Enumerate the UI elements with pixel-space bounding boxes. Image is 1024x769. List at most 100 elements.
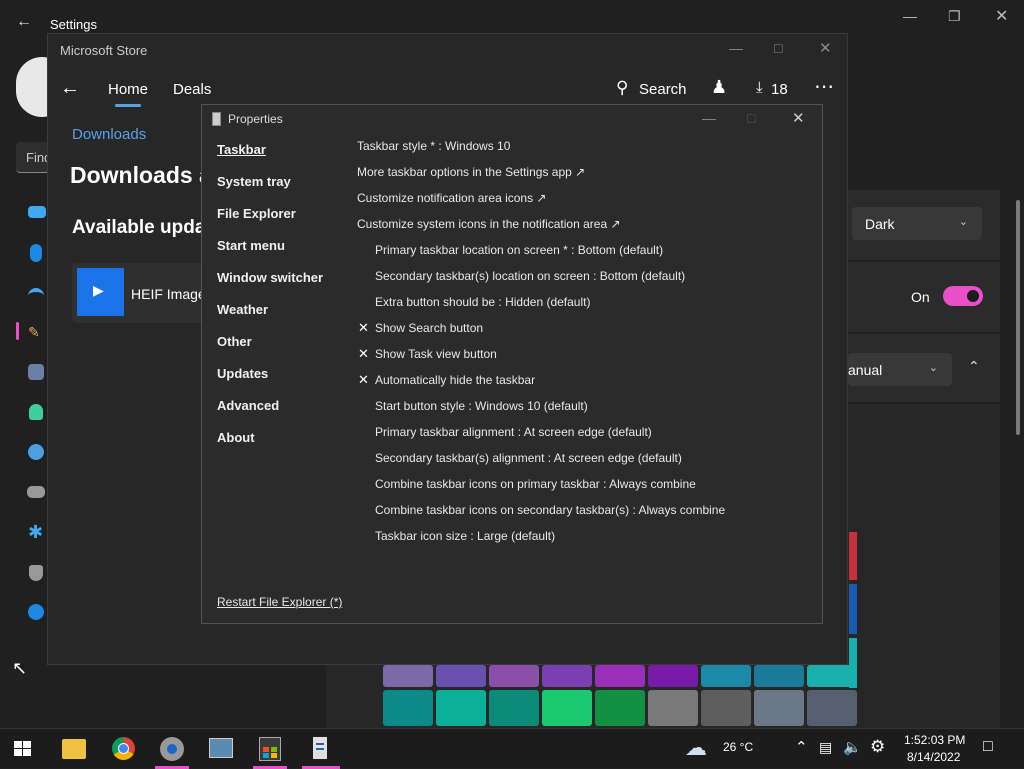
time-language-icon[interactable]: [28, 444, 44, 460]
privacy-shield-icon[interactable]: [29, 565, 43, 581]
option-start-button-style[interactable]: Start button style : Windows 10 (default…: [375, 399, 588, 413]
chevron-up-icon[interactable]: ⌃: [968, 358, 980, 375]
swatch-teal[interactable]: [849, 638, 857, 688]
home-underline: [115, 104, 141, 107]
system-icon[interactable]: [28, 206, 46, 218]
checkbox-show-search[interactable]: ✕: [358, 320, 369, 336]
weather-cloud-icon[interactable]: ☁: [685, 735, 707, 761]
nav-system-tray[interactable]: System tray: [217, 174, 291, 189]
accounts-icon[interactable]: [29, 404, 43, 420]
gaming-icon[interactable]: [27, 486, 45, 498]
nav-other[interactable]: Other: [217, 334, 252, 349]
search-icon[interactable]: ⚲: [616, 78, 628, 98]
file-explorer-icon[interactable]: [62, 739, 86, 759]
nav-about[interactable]: About: [217, 430, 255, 445]
account-add-icon[interactable]: ♟: [711, 77, 727, 98]
volume-icon[interactable]: 🔈: [843, 738, 862, 756]
gear-icon[interactable]: ⚙: [870, 737, 885, 757]
store-close-icon[interactable]: ✕: [819, 39, 832, 57]
restart-explorer-link[interactable]: Restart File Explorer (*): [217, 595, 342, 609]
option-combine-secondary[interactable]: Combine taskbar icons on secondary taskb…: [375, 503, 725, 517]
downloads-count[interactable]: 18: [771, 81, 788, 98]
tab-deals[interactable]: Deals: [173, 81, 211, 98]
link-more-taskbar-options[interactable]: More taskbar options in the Settings app…: [357, 165, 585, 179]
settings-title: Settings: [50, 17, 97, 32]
weather-temperature[interactable]: 26 °C: [723, 740, 753, 754]
chevron-down-icon: ⌄: [958, 216, 968, 228]
tab-home[interactable]: Home: [108, 81, 148, 98]
option-secondary-location[interactable]: Secondary taskbar(s) location on screen …: [375, 269, 685, 283]
option-show-search-button[interactable]: Show Search button: [375, 321, 483, 335]
nav-weather[interactable]: Weather: [217, 302, 268, 317]
link-customize-system-icons[interactable]: Customize system icons in the notificati…: [357, 217, 621, 231]
accent-dropdown[interactable]: anual ⌄: [848, 353, 952, 386]
minimize-icon[interactable]: —: [903, 8, 917, 24]
option-secondary-alignment[interactable]: Secondary taskbar(s) alignment : At scre…: [375, 451, 682, 465]
option-primary-alignment[interactable]: Primary taskbar alignment : At screen ed…: [375, 425, 652, 439]
restore-icon[interactable]: ❐: [948, 8, 961, 25]
nav-window-switcher[interactable]: Window switcher: [217, 270, 323, 285]
close-icon[interactable]: ✕: [995, 6, 1008, 26]
chrome-icon[interactable]: [112, 737, 135, 760]
option-extra-button[interactable]: Extra button should be : Hidden (default…: [375, 295, 590, 309]
store-back-icon[interactable]: ←: [60, 77, 80, 100]
option-show-task-view-button[interactable]: Show Task view button: [375, 347, 497, 361]
start-windows-icon[interactable]: [14, 741, 32, 757]
properties-dialog: Properties — □ ✕ Taskbar System tray Fil…: [201, 104, 823, 624]
link-customize-notification-icons[interactable]: Customize notification area icons ↗: [357, 191, 546, 205]
nav-taskbar[interactable]: Taskbar: [217, 142, 266, 157]
properties-app-taskbar-icon[interactable]: [313, 737, 327, 759]
nav-start-menu[interactable]: Start menu: [217, 238, 285, 253]
photos-icon[interactable]: [209, 738, 233, 758]
nav-advanced[interactable]: Advanced: [217, 398, 279, 413]
option-icon-size[interactable]: Taskbar icon size : Large (default): [375, 529, 555, 543]
option-combine-primary[interactable]: Combine taskbar icons on primary taskbar…: [375, 477, 696, 491]
microsoft-store-icon[interactable]: [259, 737, 281, 761]
swatch-grid: [326, 665, 857, 728]
checkbox-auto-hide[interactable]: ✕: [358, 372, 369, 388]
section-heading: Available upda: [72, 217, 206, 238]
checkbox-show-task-view[interactable]: ✕: [358, 346, 369, 362]
props-minimize-icon[interactable]: —: [702, 110, 716, 126]
settings-gear-icon[interactable]: [160, 737, 184, 761]
apps-icon[interactable]: [28, 364, 44, 380]
swatch-red[interactable]: [849, 532, 857, 580]
store-maximize-icon[interactable]: □: [774, 40, 782, 56]
download-icon[interactable]: ⤓: [756, 79, 763, 96]
network-icon[interactable]: [28, 288, 44, 302]
store-search-button[interactable]: Search: [639, 81, 687, 98]
notification-center-icon[interactable]: □: [983, 738, 993, 756]
chevron-up-icon[interactable]: ⌃: [795, 738, 808, 756]
personalization-brush-icon[interactable]: ✎: [28, 324, 44, 340]
toggle-label: On: [911, 289, 930, 305]
nav-file-explorer[interactable]: File Explorer: [217, 206, 296, 221]
store-minimize-icon[interactable]: —: [729, 40, 743, 56]
transparency-toggle[interactable]: [943, 286, 983, 306]
clock-time[interactable]: 1:52:03 PM: [904, 733, 965, 747]
props-close-icon[interactable]: ✕: [792, 109, 805, 127]
windows-update-icon[interactable]: [28, 604, 44, 620]
network-icon[interactable]: ▤: [819, 739, 832, 756]
mouse-cursor-icon: ↖: [12, 658, 28, 678]
accessibility-icon[interactable]: ✱: [28, 522, 43, 543]
store-title: Microsoft Store: [60, 43, 148, 58]
app-update-card[interactable]: ▶ HEIF Image: [72, 263, 212, 323]
app-icon: ▶: [77, 268, 124, 316]
scrollbar[interactable]: [1016, 200, 1020, 435]
downloads-link[interactable]: Downloads: [72, 126, 146, 143]
properties-app-icon: [212, 112, 221, 126]
option-primary-location[interactable]: Primary taskbar location on screen * : B…: [375, 243, 663, 257]
chevron-down-icon: ⌄: [928, 362, 938, 374]
clock-date[interactable]: 8/14/2022: [907, 750, 960, 764]
back-arrow-icon[interactable]: ←: [16, 13, 32, 31]
app-name: HEIF Image: [131, 286, 206, 302]
option-taskbar-style[interactable]: Taskbar style * : Windows 10: [357, 139, 510, 153]
nav-updates[interactable]: Updates: [217, 366, 268, 381]
theme-dropdown[interactable]: Dark ⌄: [852, 207, 982, 240]
option-auto-hide-taskbar[interactable]: Automatically hide the taskbar: [375, 373, 535, 387]
accent-panel: [848, 404, 1000, 728]
more-options-icon[interactable]: ⋯: [814, 74, 834, 99]
swatch-blue[interactable]: [849, 584, 857, 634]
bluetooth-icon[interactable]: [30, 244, 42, 262]
properties-title: Properties: [228, 112, 283, 126]
